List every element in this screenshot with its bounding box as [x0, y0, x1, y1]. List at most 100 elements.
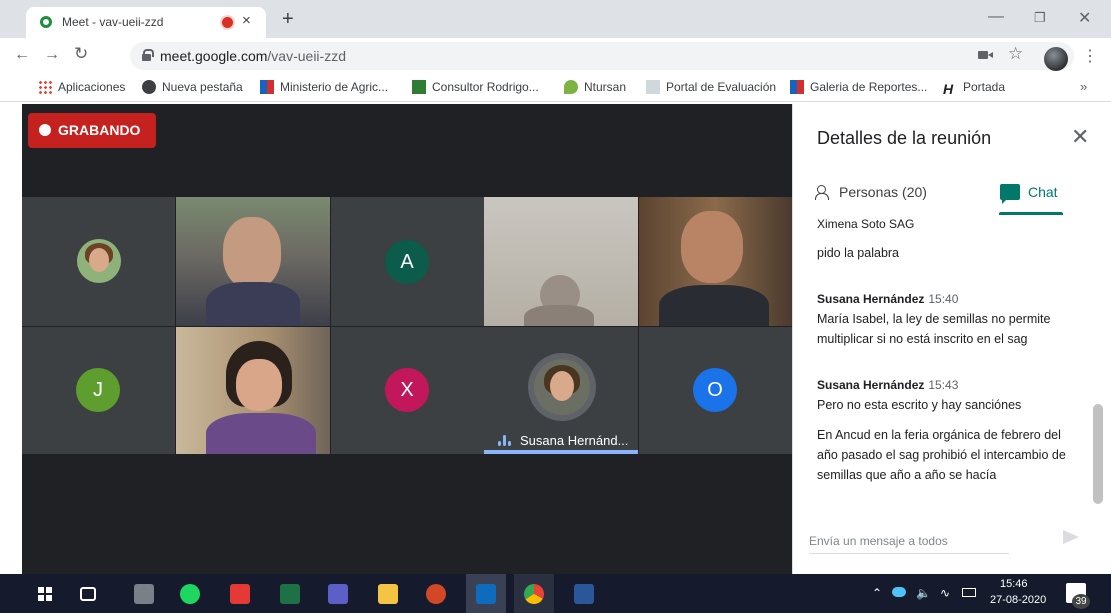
bookmark-star-icon[interactable]: ☆ — [1008, 44, 1023, 64]
globe-icon — [142, 80, 156, 94]
message-text: pido la palabra — [817, 246, 900, 260]
panel-title: Detalles de la reunión — [817, 128, 992, 148]
participant-tile[interactable]: X — [331, 327, 484, 454]
address-bar[interactable]: meet.google.com/vav-ueii-zzd ☆ — [130, 42, 1074, 70]
file-explorer-icon[interactable] — [378, 584, 398, 604]
outlook-icon[interactable] — [476, 584, 496, 604]
restore-window-icon[interactable]: ❐ — [1034, 10, 1046, 26]
bookmark-item[interactable]: Nueva pestaña — [142, 80, 243, 94]
participant-initial-avatar: O — [693, 368, 737, 412]
leaf-icon — [564, 80, 578, 94]
h-icon: H — [943, 81, 954, 97]
chat-icon — [1000, 184, 1020, 204]
browser-toolbar: ← → ↻ meet.google.com/vav-ueii-zzd ☆ ⋮ — [0, 38, 1111, 74]
chrome-icon[interactable] — [524, 584, 544, 604]
meet-favicon-icon — [40, 16, 52, 28]
taskbar-date[interactable]: 27-08-2020 — [990, 594, 1046, 606]
spotify-icon[interactable] — [180, 584, 200, 604]
acrobat-icon[interactable] — [230, 584, 250, 604]
minimize-window-icon[interactable]: — — [988, 8, 1004, 26]
participant-video-tile[interactable] — [176, 327, 330, 454]
message-sender: Susana Hernández 15:40 — [817, 292, 959, 306]
chat-message-list[interactable]: Ximena Soto SAG pido la palabra Susana H… — [793, 215, 1093, 503]
taskbar-time[interactable]: 15:46 — [1000, 578, 1028, 590]
teams-icon[interactable] — [328, 584, 348, 604]
participant-name-label: Susana Hernánd... — [520, 433, 629, 448]
more-bookmarks-icon[interactable]: » — [1080, 79, 1087, 94]
back-arrow-icon[interactable]: ← — [14, 46, 30, 64]
browser-menu-icon[interactable]: ⋮ — [1082, 46, 1098, 66]
bookmark-item[interactable]: H Portada — [943, 80, 1005, 96]
message-text: En Ancud en la feria orgánica de febrero… — [817, 428, 1066, 482]
browser-tab-meet[interactable]: Meet - vav-ueii-zzd × — [26, 7, 266, 38]
participant-video-body — [659, 285, 769, 326]
bookmarks-bar: Aplicaciones Nueva pestaña Ministerio de… — [0, 74, 1111, 102]
camera-in-use-icon[interactable] — [978, 51, 993, 59]
chat-message-input[interactable]: Envía un mensaje a todos — [809, 528, 1009, 554]
calculator-icon[interactable] — [134, 584, 154, 604]
participant-video-body — [524, 305, 594, 326]
excel-icon[interactable] — [280, 584, 300, 604]
flag-icon — [790, 80, 804, 94]
active-speaker-tile[interactable]: Susana Hernánd... — [484, 327, 638, 454]
participant-initial-avatar: X — [385, 368, 429, 412]
bookmark-item[interactable]: Aplicaciones — [38, 80, 125, 94]
message-sender: Ximena Soto SAG — [817, 217, 915, 231]
participant-tile[interactable]: A — [331, 197, 484, 326]
message-time: 15:40 — [928, 292, 959, 306]
new-tab-button[interactable]: + — [282, 8, 294, 31]
close-panel-icon[interactable]: ✕ — [1071, 124, 1089, 150]
windows-taskbar: ⌃ 🔈 ∿ 15:46 27-08-2020 39 — [0, 574, 1111, 613]
forward-arrow-icon[interactable]: → — [44, 46, 60, 64]
onedrive-icon[interactable] — [892, 587, 906, 597]
flag-icon — [260, 80, 274, 94]
participant-video-tile[interactable] — [639, 197, 792, 326]
volume-icon[interactable]: 🔈 — [916, 586, 931, 600]
bookmark-item[interactable]: Consultor Rodrigo... — [412, 80, 539, 94]
participant-tile[interactable] — [22, 197, 175, 326]
tab-close-icon[interactable]: × — [242, 12, 251, 29]
battery-icon[interactable] — [962, 588, 976, 597]
apps-grid-icon — [38, 80, 52, 94]
send-icon[interactable] — [1063, 530, 1079, 544]
address-url: meet.google.com/vav-ueii-zzd — [160, 48, 346, 64]
browser-tab-strip: Meet - vav-ueii-zzd × + — ❐ ✕ — [0, 0, 1111, 38]
participant-video-face — [223, 217, 281, 289]
doc-icon — [646, 80, 660, 94]
participant-tile[interactable]: O — [639, 327, 792, 454]
word-icon[interactable] — [574, 584, 594, 604]
bookmark-item[interactable]: Ntursan — [564, 80, 626, 94]
message-text: Pero no esta escrito y hay sanciónes — [817, 398, 1022, 412]
people-icon — [815, 185, 833, 200]
meeting-details-panel: Detalles de la reunión ✕ Personas (20) C… — [792, 104, 1111, 574]
participant-tile[interactable]: J — [22, 327, 175, 454]
participant-video-face — [681, 211, 743, 283]
bookmark-item[interactable]: Portal de Evaluación — [646, 80, 776, 94]
ra-icon — [412, 80, 426, 94]
chat-scrollbar[interactable] — [1093, 404, 1103, 504]
recording-indicator-icon — [222, 17, 233, 28]
tab-people[interactable]: Personas (20) — [815, 184, 927, 200]
powerpoint-icon[interactable] — [426, 584, 446, 604]
participant-video-tile[interactable] — [484, 197, 638, 326]
bookmark-item[interactable]: Galeria de Reportes... — [790, 80, 927, 94]
participant-photo-avatar — [77, 239, 121, 283]
speaker-photo-avatar — [534, 359, 590, 415]
participant-video-body — [206, 282, 300, 326]
wifi-icon[interactable]: ∿ — [940, 586, 950, 600]
message-text: María Isabel, la ley de semillas no perm… — [817, 312, 1051, 346]
notification-count-badge: 39 — [1072, 594, 1090, 609]
tab-chat[interactable]: Chat — [1000, 184, 1058, 204]
reload-icon[interactable]: ↻ — [74, 44, 88, 64]
bookmark-item[interactable]: Ministerio de Agric... — [260, 80, 388, 94]
profile-avatar[interactable] — [1044, 47, 1068, 71]
recording-badge: GRABANDO — [28, 113, 156, 148]
close-window-icon[interactable]: ✕ — [1078, 8, 1091, 28]
record-dot-icon — [39, 124, 51, 136]
speaking-indicator-icon — [498, 434, 514, 446]
task-view-icon[interactable] — [80, 587, 96, 601]
windows-start-icon[interactable] — [38, 587, 52, 601]
show-hidden-icons-icon[interactable]: ⌃ — [872, 586, 882, 600]
participant-video-tile[interactable] — [176, 197, 330, 326]
participant-initial-avatar: A — [385, 240, 429, 284]
